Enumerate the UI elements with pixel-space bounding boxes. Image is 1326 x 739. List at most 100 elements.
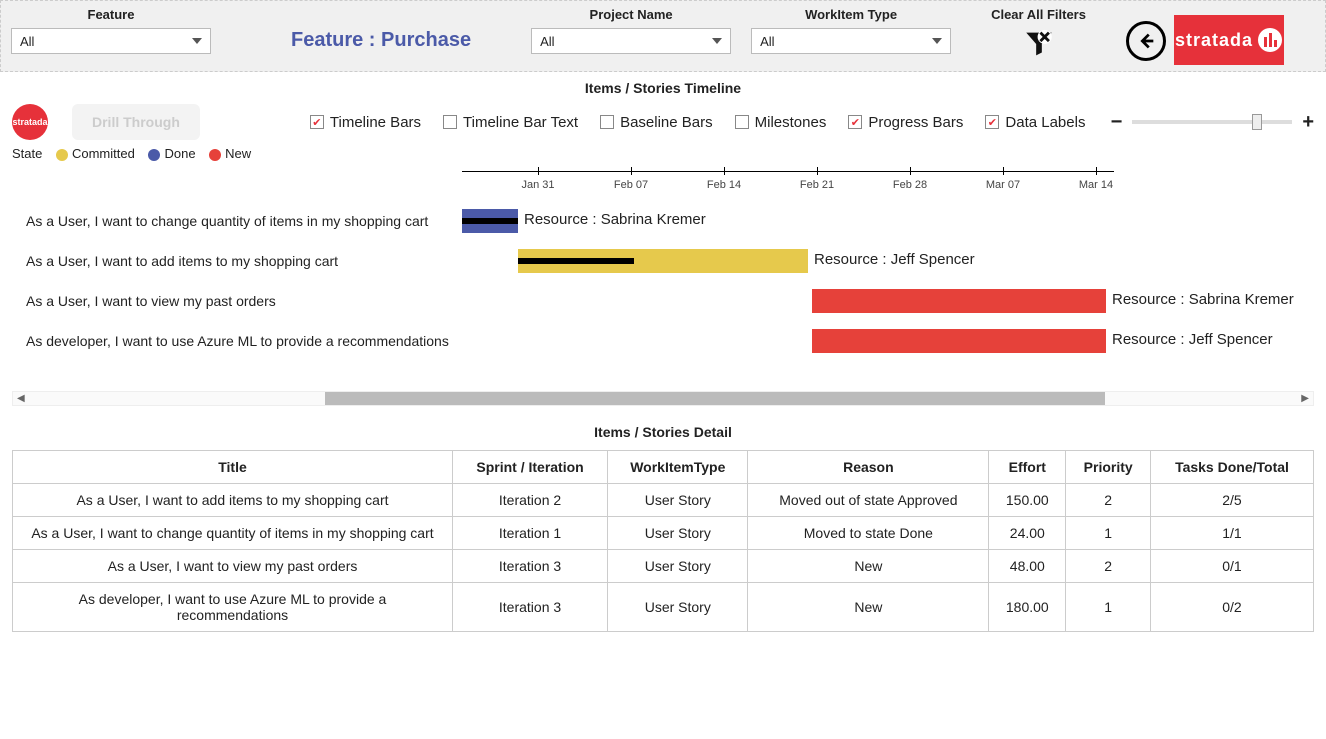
zoom-slider[interactable] [1132,120,1292,124]
check-data-labels[interactable]: ✔Data Labels [985,114,1085,131]
legend-dot-done [148,149,160,161]
table-cell: New [748,550,989,583]
legend-dot-new [209,149,221,161]
table-cell: 48.00 [989,550,1066,583]
gantt-row[interactable]: As a User, I want to view my past orders… [12,281,1314,321]
gantt-row-label: As developer, I want to use Azure ML to … [12,333,462,349]
table-cell: User Story [608,517,748,550]
back-button[interactable] [1126,21,1166,61]
check-progress-bars[interactable]: ✔Progress Bars [848,114,963,131]
gantt-chart: Jan 31 Feb 07 Feb 14 Feb 21 Feb 28 Mar 0… [0,171,1326,361]
table-cell: 180.00 [989,583,1066,632]
table-header-row: Title Sprint / Iteration WorkItemType Re… [13,451,1314,484]
col-tasks[interactable]: Tasks Done/Total [1150,451,1313,484]
table-cell: User Story [608,484,748,517]
zoom-slider-thumb[interactable] [1252,114,1262,130]
table-cell: As developer, I want to use Azure ML to … [13,583,453,632]
gantt-row-label: As a User, I want to change quantity of … [12,213,462,229]
state-legend: State Committed Done New [0,140,1326,171]
col-priority[interactable]: Priority [1066,451,1151,484]
filter-workitem: WorkItem Type All [751,7,951,54]
filter-project-label: Project Name [531,7,731,22]
gantt-progress [518,258,634,264]
chevron-down-icon [192,38,202,44]
scroll-left-icon[interactable]: ◀ [17,393,25,404]
gantt-row[interactable]: As a User, I want to add items to my sho… [12,241,1314,281]
table-row[interactable]: As a User, I want to change quantity of … [13,517,1314,550]
filter-feature-select[interactable]: All [11,28,211,54]
table-cell: 1 [1066,517,1151,550]
detail-title: Items / Stories Detail [0,416,1326,444]
gantt-bar[interactable] [812,289,1106,313]
zoom-control: − + [1111,111,1314,134]
gantt-axis: Jan 31 Feb 07 Feb 14 Feb 21 Feb 28 Mar 0… [462,171,1314,201]
col-sprint[interactable]: Sprint / Iteration [453,451,608,484]
table-cell: As a User, I want to change quantity of … [13,517,453,550]
table-row[interactable]: As a User, I want to view my past orders… [13,550,1314,583]
filter-header: Feature All Feature : Purchase Project N… [0,0,1326,72]
check-timeline-bars[interactable]: ✔Timeline Bars [310,114,421,131]
gantt-data-label: Resource : Sabrina Kremer [524,211,706,228]
table-cell: Moved out of state Approved [748,484,989,517]
filter-feature-label: Feature [11,7,211,22]
table-cell: Iteration 2 [453,484,608,517]
check-timeline-bar-text[interactable]: Timeline Bar Text [443,114,578,131]
filter-workitem-value: All [760,34,774,49]
filter-project-value: All [540,34,554,49]
gantt-data-label: Resource : Jeff Spencer [814,251,975,268]
gantt-row-label: As a User, I want to add items to my sho… [12,253,462,269]
clear-filters-label: Clear All Filters [991,7,1086,22]
timeline-title: Items / Stories Timeline [0,72,1326,100]
gantt-row-label: As a User, I want to view my past orders [12,293,462,309]
table-row[interactable]: As a User, I want to add items to my sho… [13,484,1314,517]
scroll-right-icon[interactable]: ▶ [1301,393,1309,404]
timeline-toolbar: stratada Drill Through ✔Timeline Bars Ti… [0,100,1326,140]
table-cell: Moved to state Done [748,517,989,550]
gantt-bar[interactable] [812,329,1106,353]
table-cell: 2/5 [1150,484,1313,517]
clear-filters: Clear All Filters [991,7,1086,62]
table-cell: 2 [1066,484,1151,517]
zoom-in-button[interactable]: + [1302,111,1314,134]
filter-project: Project Name All [531,7,731,54]
col-reason[interactable]: Reason [748,451,989,484]
table-cell: As a User, I want to view my past orders [13,550,453,583]
table-cell: User Story [608,550,748,583]
col-workitemtype[interactable]: WorkItemType [608,451,748,484]
small-brand-icon: stratada [12,104,48,140]
clear-filter-icon[interactable] [1021,26,1057,62]
check-milestones[interactable]: Milestones [735,114,827,131]
table-cell: 0/2 [1150,583,1313,632]
check-baseline-bars[interactable]: Baseline Bars [600,114,713,131]
table-cell: New [748,583,989,632]
gantt-row[interactable]: As developer, I want to use Azure ML to … [12,321,1314,361]
horizontal-scrollbar[interactable]: ◀ ▶ [12,391,1314,406]
table-cell: As a User, I want to add items to my sho… [13,484,453,517]
table-row[interactable]: As developer, I want to use Azure ML to … [13,583,1314,632]
chevron-down-icon [932,38,942,44]
zoom-out-button[interactable]: − [1111,111,1123,134]
table-cell: Iteration 3 [453,550,608,583]
filter-feature: Feature All [11,7,211,54]
filter-workitem-select[interactable]: All [751,28,951,54]
col-effort[interactable]: Effort [989,451,1066,484]
detail-table: Title Sprint / Iteration WorkItemType Re… [12,450,1314,632]
table-cell: 24.00 [989,517,1066,550]
table-cell: 1 [1066,583,1151,632]
scrollbar-thumb[interactable] [325,392,1105,405]
table-cell: 150.00 [989,484,1066,517]
table-cell: 1/1 [1150,517,1313,550]
drill-through-button[interactable]: Drill Through [72,104,200,140]
filter-workitem-label: WorkItem Type [751,7,951,22]
table-cell: User Story [608,583,748,632]
gantt-row[interactable]: As a User, I want to change quantity of … [12,201,1314,241]
view-options: ✔Timeline Bars Timeline Bar Text Baselin… [310,114,1086,131]
legend-title: State [12,146,42,161]
gantt-progress [462,218,518,224]
gantt-data-label: Resource : Sabrina Kremer [1112,291,1294,308]
table-cell: 2 [1066,550,1151,583]
table-cell: Iteration 3 [453,583,608,632]
filter-project-select[interactable]: All [531,28,731,54]
col-title[interactable]: Title [13,451,453,484]
legend-dot-committed [56,149,68,161]
